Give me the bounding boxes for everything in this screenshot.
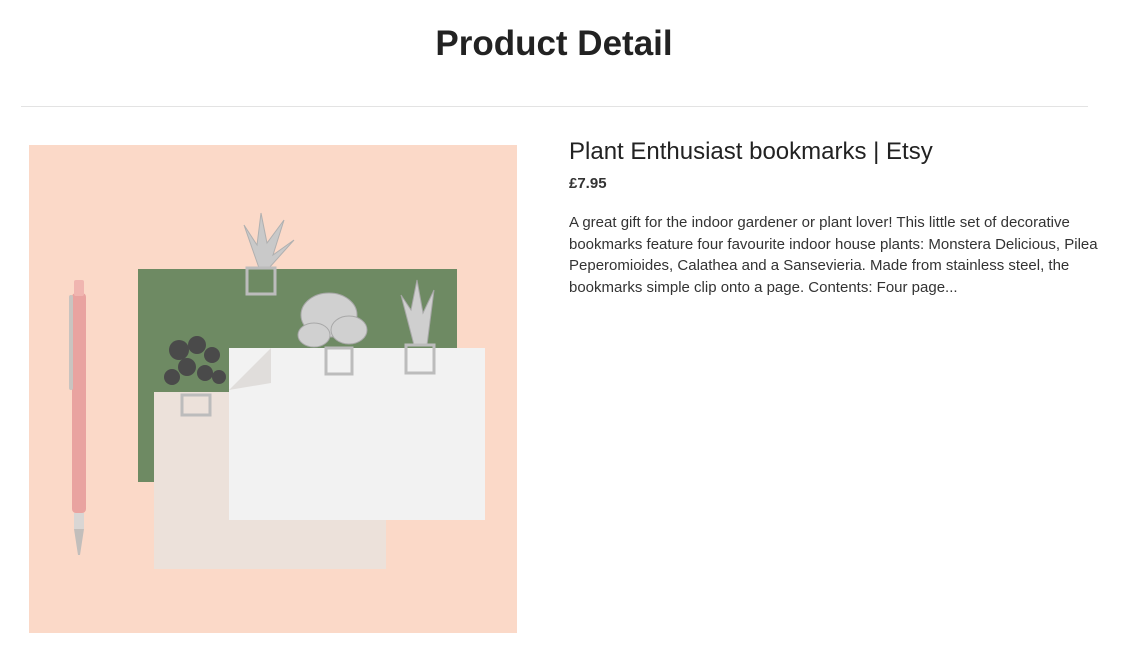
- product-price: £7.95: [569, 175, 607, 192]
- product-info: Plant Enthusiast bookmarks | Etsy £7.95 …: [569, 136, 1117, 313]
- page-title: Product Detail: [435, 24, 673, 63]
- header-divider: [21, 106, 1088, 107]
- product-image: [29, 145, 517, 633]
- product-title: Plant Enthusiast bookmarks | Etsy: [569, 138, 933, 165]
- product-description: A great gift for the indoor gardener or …: [569, 214, 1098, 296]
